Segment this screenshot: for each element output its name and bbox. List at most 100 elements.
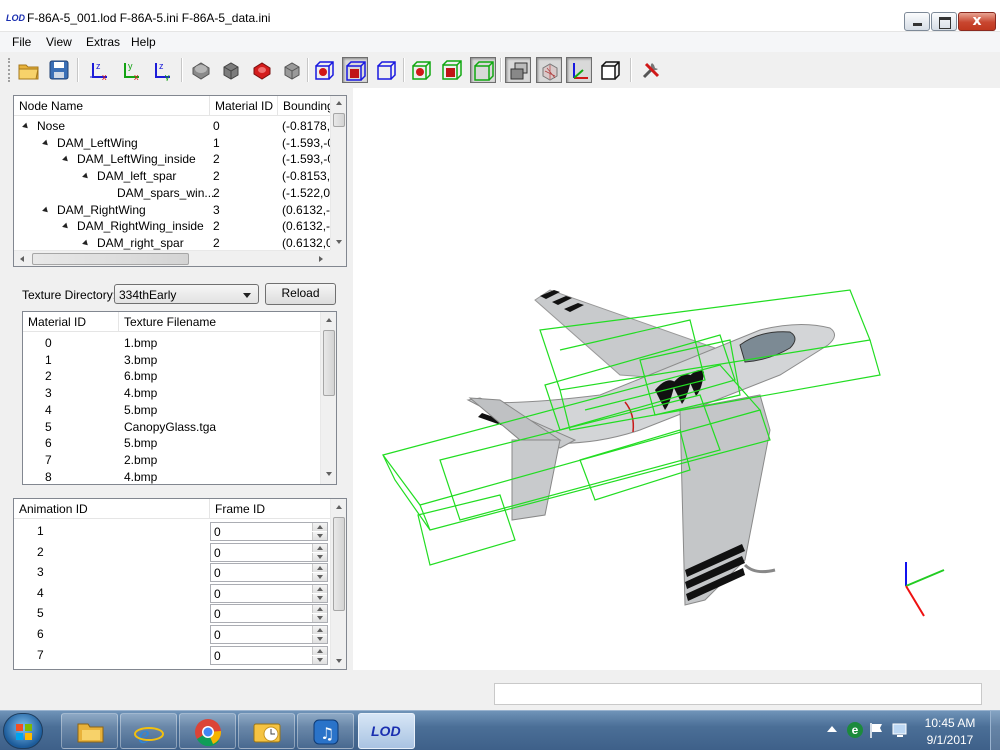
- 3d-viewport[interactable]: [353, 88, 1000, 670]
- expand-arrow-icon[interactable]: [82, 239, 90, 248]
- tray-app-icon[interactable]: e: [847, 722, 863, 738]
- menu-file[interactable]: File: [12, 35, 31, 49]
- decrement-button[interactable]: [312, 635, 327, 643]
- column-texture-filename[interactable]: Texture Filename: [119, 312, 320, 332]
- chrome-icon[interactable]: [179, 713, 236, 749]
- scroll-up-icon[interactable]: [326, 318, 332, 322]
- texture-material-id[interactable]: 1: [45, 352, 52, 368]
- internet-explorer-icon[interactable]: e: [120, 713, 177, 749]
- show-hidden-icons-icon[interactable]: [827, 726, 837, 732]
- scroll-thumb[interactable]: [333, 113, 345, 127]
- increment-button[interactable]: [312, 584, 327, 593]
- clock-time[interactable]: 10:45 AM: [915, 716, 985, 730]
- network-icon[interactable]: [891, 721, 909, 739]
- scroll-right-icon[interactable]: [319, 256, 323, 262]
- frame-id-stepper[interactable]: 0: [210, 625, 328, 644]
- texture-filename[interactable]: 6.bmp: [124, 368, 157, 384]
- grid-box-icon[interactable]: [536, 57, 562, 83]
- texture-material-id[interactable]: 0: [45, 335, 52, 351]
- action-center-flag-icon[interactable]: [868, 721, 884, 739]
- scroll-left-icon[interactable]: [20, 256, 24, 262]
- green-cube-pressed-icon[interactable]: [470, 57, 496, 83]
- expand-arrow-icon[interactable]: [42, 206, 50, 214]
- frame-id-value[interactable]: 0: [214, 587, 221, 601]
- increment-button[interactable]: [312, 523, 327, 531]
- axis-z-x-icon[interactable]: zx: [86, 57, 112, 83]
- tree-node-name[interactable]: DAM_left_spar: [97, 168, 176, 184]
- tree-node-name[interactable]: DAM_spars_win...: [117, 185, 214, 201]
- scroll-up-icon[interactable]: [336, 101, 342, 105]
- frame-id-value[interactable]: 0: [214, 628, 221, 642]
- clock-date[interactable]: 9/1/2017: [915, 733, 985, 747]
- file-explorer-icon[interactable]: [61, 713, 118, 749]
- node-tree-hscroll[interactable]: [14, 250, 330, 266]
- scroll-down-icon[interactable]: [326, 472, 332, 476]
- column-material-id[interactable]: Material ID: [23, 312, 119, 332]
- texture-filename[interactable]: 5.bmp: [124, 435, 157, 451]
- save-icon[interactable]: [46, 57, 72, 83]
- gray-box-icon[interactable]: [279, 57, 305, 83]
- expand-arrow-icon[interactable]: [42, 139, 50, 148]
- texture-material-id[interactable]: 7: [45, 452, 52, 468]
- close-button[interactable]: x: [958, 12, 996, 31]
- texture-filename[interactable]: 3.bmp: [124, 352, 157, 368]
- expand-arrow-icon[interactable]: [62, 156, 70, 164]
- tree-node-name[interactable]: DAM_LeftWing: [57, 135, 138, 151]
- decrement-button[interactable]: [312, 573, 327, 582]
- tree-node-name[interactable]: DAM_RightWing: [57, 202, 146, 218]
- texture-material-id[interactable]: 4: [45, 402, 52, 418]
- decrement-button[interactable]: [312, 593, 327, 602]
- scroll-thumb[interactable]: [333, 517, 345, 611]
- show-desktop-button[interactable]: [990, 711, 1000, 750]
- animation-list[interactable]: Animation ID Frame ID 1 0 2 0 3 0 4 0 5 0 6 0 7 0: [13, 498, 347, 670]
- texture-list-vscroll[interactable]: [320, 312, 336, 484]
- menu-view[interactable]: View: [46, 35, 72, 49]
- texture-directory-select[interactable]: 334thEarly: [114, 284, 259, 304]
- column-animation-id[interactable]: Animation ID: [14, 499, 210, 519]
- texture-filename[interactable]: 4.bmp: [124, 385, 157, 401]
- axis-z-y-icon[interactable]: zy: [149, 57, 175, 83]
- texture-filename[interactable]: CanopyGlass.tga: [124, 419, 216, 435]
- increment-button[interactable]: [312, 626, 327, 634]
- open-folder-icon[interactable]: [16, 57, 42, 83]
- tools-icon[interactable]: [638, 57, 664, 83]
- tree-node-name[interactable]: DAM_RightWing_inside: [77, 218, 204, 234]
- column-node-name[interactable]: Node Name: [14, 96, 210, 116]
- scroll-up-icon[interactable]: [336, 505, 342, 509]
- tree-node-name[interactable]: DAM_LeftWing_inside: [77, 151, 196, 167]
- green-cube-red-icon[interactable]: [408, 57, 434, 83]
- texture-filename[interactable]: 1.bmp: [124, 335, 157, 351]
- gray-sphere-icon[interactable]: [188, 57, 214, 83]
- stacked-boxes-icon[interactable]: [505, 57, 531, 83]
- increment-button[interactable]: [312, 543, 327, 552]
- increment-button[interactable]: [312, 564, 327, 573]
- animation-list-vscroll[interactable]: [330, 499, 346, 669]
- decrement-button[interactable]: [312, 614, 327, 623]
- blue-cube-icon[interactable]: [373, 57, 399, 83]
- expand-arrow-icon[interactable]: [62, 222, 70, 231]
- column-material-id[interactable]: Material ID: [210, 96, 278, 116]
- green-cube-red-pressed-icon[interactable]: [439, 57, 465, 83]
- texture-filename[interactable]: 4.bmp: [124, 469, 157, 484]
- red-sphere-icon[interactable]: [249, 57, 275, 83]
- texture-material-id[interactable]: 6: [45, 435, 52, 451]
- texture-material-id[interactable]: 3: [45, 385, 52, 401]
- lod-app-icon[interactable]: LOD: [358, 713, 415, 749]
- column-frame-id[interactable]: Frame ID: [210, 499, 330, 519]
- decrement-button[interactable]: [312, 532, 327, 540]
- decrement-button[interactable]: [312, 552, 327, 561]
- frame-id-stepper[interactable]: 0: [210, 542, 328, 562]
- node-tree[interactable]: Node Name Material ID Bounding Nose 0 (-0.…: [13, 95, 347, 267]
- increment-button[interactable]: [312, 605, 327, 614]
- start-button[interactable]: [3, 713, 43, 749]
- gray-cube-icon[interactable]: [218, 57, 244, 83]
- frame-id-stepper[interactable]: 0: [210, 583, 328, 603]
- axis-y-x-icon[interactable]: yx: [118, 57, 144, 83]
- frame-id-value[interactable]: 0: [214, 566, 221, 580]
- axes-icon[interactable]: [566, 57, 592, 83]
- tree-node-name[interactable]: DAM_right_spar: [97, 235, 184, 251]
- tree-node-name[interactable]: Nose: [37, 118, 65, 134]
- toolbar-grip[interactable]: [8, 58, 11, 82]
- texture-material-id[interactable]: 2: [45, 368, 52, 384]
- frame-id-value[interactable]: 0: [214, 525, 221, 539]
